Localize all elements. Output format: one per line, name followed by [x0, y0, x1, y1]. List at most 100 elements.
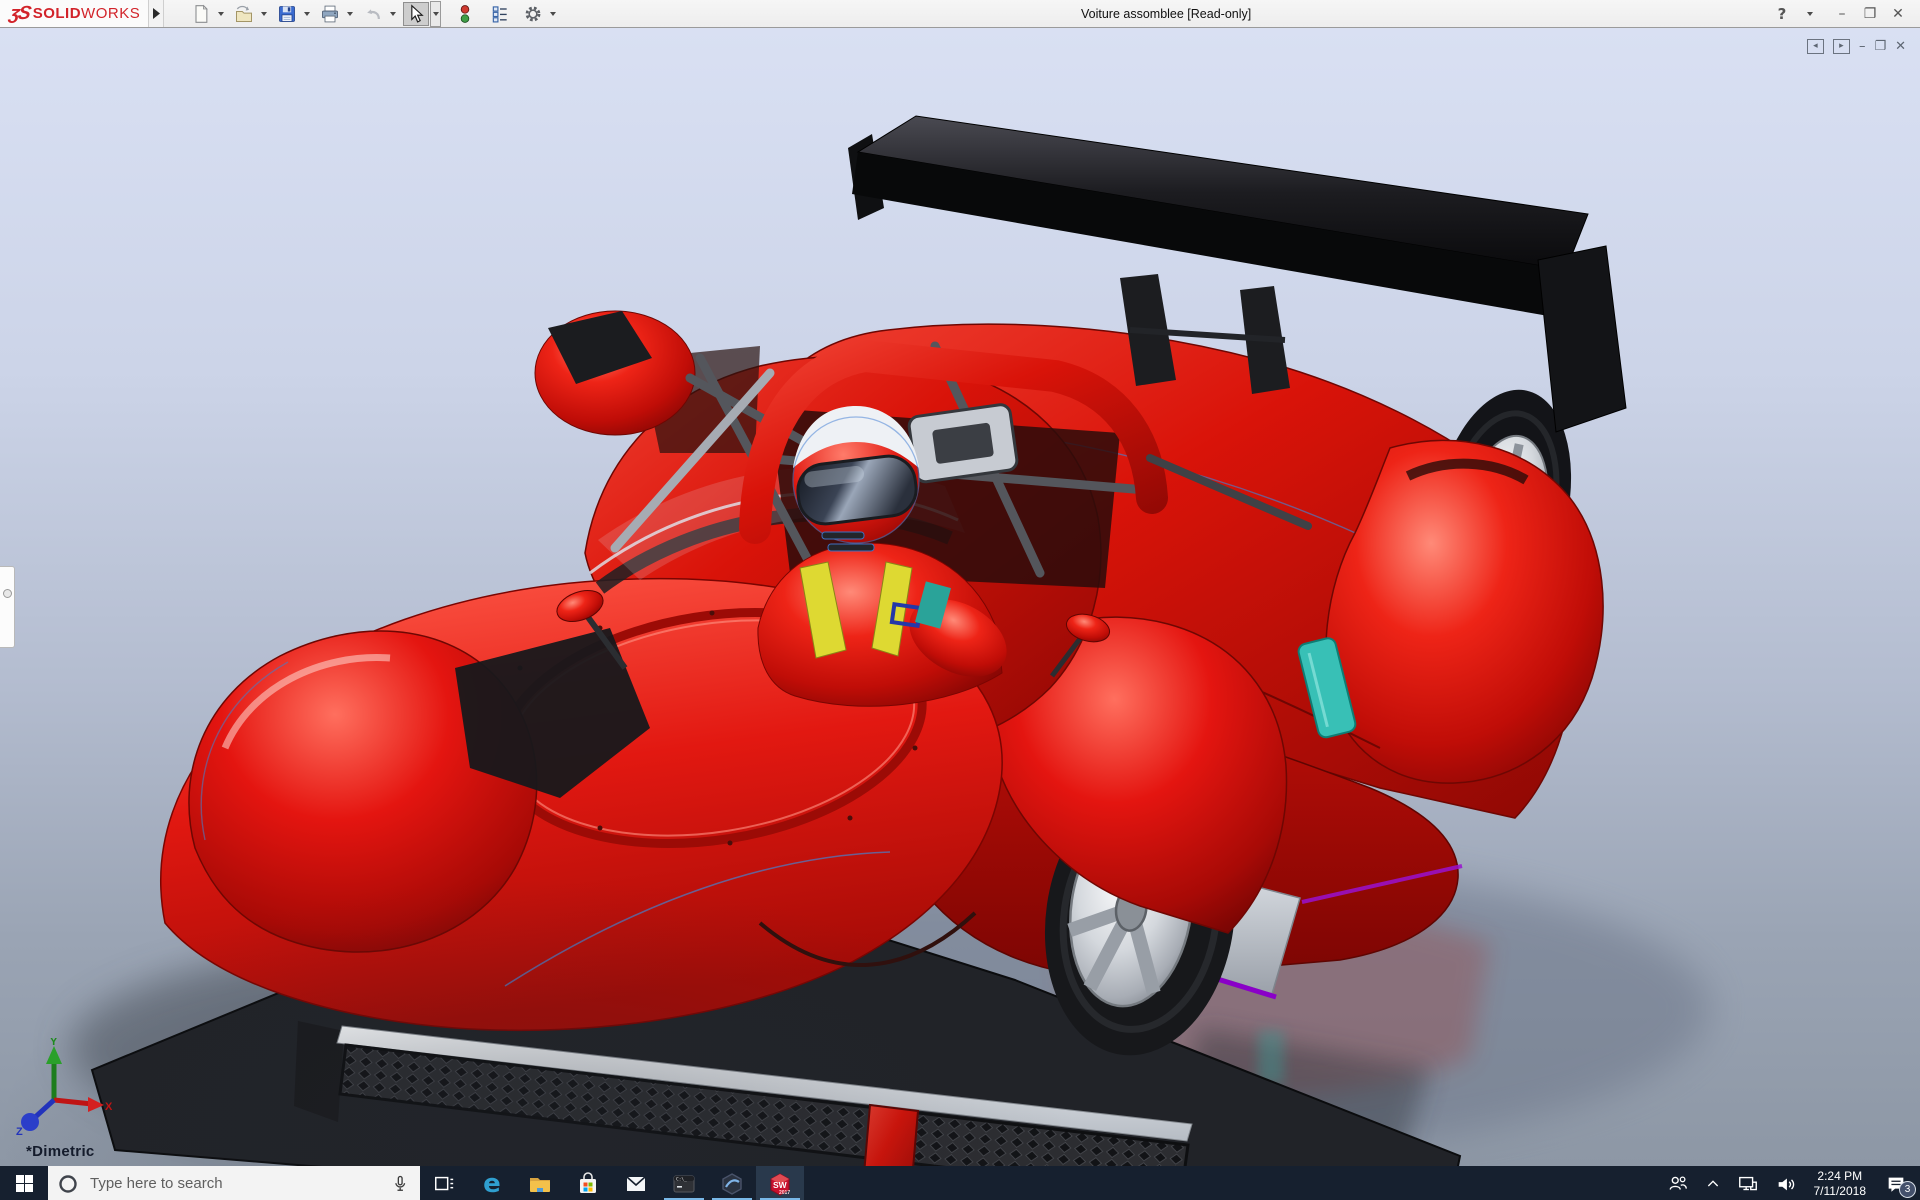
doc-close-button[interactable]: ✕: [1895, 38, 1906, 54]
restore-button[interactable]: ❐: [1858, 2, 1882, 26]
file-properties-icon: [492, 5, 507, 23]
start-button[interactable]: [0, 1166, 48, 1200]
search-box[interactable]: [48, 1166, 420, 1200]
document-title: Voiture assomblee [Read-only]: [1080, 6, 1252, 21]
undo-icon: [367, 8, 381, 19]
options-gear-icon: [525, 6, 541, 21]
file-explorer-icon: [530, 1177, 550, 1192]
rebuild-stoplight-icon: [460, 4, 470, 23]
triad-x-label: X: [105, 1101, 112, 1113]
volume-button[interactable]: [1768, 1166, 1804, 1200]
system-tray: 2:24 PM 7/11/2018 3: [1660, 1166, 1920, 1200]
collapsed-panel-tab[interactable]: [0, 566, 15, 648]
svg-text:2017: 2017: [779, 1190, 790, 1196]
tray-time: 2:24 PM: [1817, 1168, 1863, 1183]
undo-dropdown[interactable]: [387, 2, 398, 26]
help-dropdown[interactable]: [1798, 2, 1822, 26]
edge-button[interactable]: e: [468, 1166, 516, 1200]
close-button[interactable]: ✕: [1886, 2, 1910, 26]
edge-icon: e: [483, 1168, 501, 1199]
network-icon: [1738, 1176, 1757, 1190]
chevron-up-icon: [1707, 1179, 1718, 1186]
options-button[interactable]: [520, 2, 546, 26]
air-intake-box: [907, 403, 1019, 484]
solidworks-logo: ʒS SOLIDWORKS: [0, 0, 149, 27]
people-button[interactable]: [1660, 1166, 1696, 1200]
help-button[interactable]: ?: [1770, 2, 1794, 26]
new-document-button[interactable]: [188, 2, 214, 26]
search-input[interactable]: [88, 1174, 380, 1193]
windows-taskbar: e: [0, 1166, 1920, 1200]
window-controls: ? – ❐ ✕: [1770, 2, 1920, 26]
tray-date: 7/11/2018: [1813, 1183, 1867, 1198]
cortana-icon: [59, 1174, 77, 1193]
file-explorer-button[interactable]: [516, 1166, 564, 1200]
hidden-icons-chevron[interactable]: [1698, 1166, 1728, 1200]
taskbar-app-icons: e C:\_ SW 2017: [420, 1166, 804, 1200]
open-folder-icon: [236, 5, 253, 22]
collapse-left-button[interactable]: ◂: [1806, 38, 1824, 54]
svg-text:SW: SW: [773, 1180, 788, 1190]
new-document-dropdown[interactable]: [215, 2, 226, 26]
doc-restore-button[interactable]: ❐: [1874, 38, 1886, 54]
menu-expand-arrow[interactable]: [148, 0, 165, 27]
command-prompt-icon: C:\_: [673, 1175, 695, 1192]
brand-solid: SOLID: [32, 5, 82, 22]
select-cursor-icon: [411, 3, 424, 23]
file-properties-button[interactable]: [487, 2, 513, 26]
save-button[interactable]: [274, 2, 300, 26]
undo-button[interactable]: [360, 2, 386, 26]
people-icon: [1669, 1175, 1687, 1190]
solidworks-logo-mark: ʒS: [7, 2, 32, 24]
triad-y-label: Y: [50, 1038, 58, 1048]
open-dropdown[interactable]: [258, 2, 269, 26]
mail-icon: [626, 1175, 646, 1191]
model-voiture-assemblee[interactable]: [0, 28, 1920, 1166]
select-button[interactable]: [403, 1, 430, 26]
viewport-3d[interactable]: ◂ ▸ – ❐ ✕ Y X Z *Dimetric: [0, 28, 1920, 1166]
solidworks-app-icon: SW 2017: [770, 1172, 790, 1196]
taskbar-clock[interactable]: 2:24 PM 7/11/2018: [1806, 1169, 1875, 1199]
brand-works: WORKS: [81, 5, 141, 22]
document-window-controls: ◂ ▸ – ❐ ✕: [1806, 38, 1906, 54]
right-arrow-icon: [153, 8, 161, 19]
microphone-icon[interactable]: [390, 1174, 410, 1194]
print-dropdown[interactable]: [344, 2, 355, 26]
collapse-right-button[interactable]: ▸: [1832, 38, 1850, 54]
screen: ʒS SOLIDWORKS Voiture assomblee [Read-on…: [0, 0, 1920, 1200]
minimize-button[interactable]: –: [1830, 2, 1854, 26]
mail-button[interactable]: [612, 1166, 660, 1200]
edrawings-button[interactable]: [708, 1166, 756, 1200]
panel-tab-dot: [3, 589, 12, 598]
select-dropdown[interactable]: [430, 0, 442, 27]
edrawings-hexagon-icon: [722, 1172, 742, 1195]
doc-minimize-button[interactable]: –: [1859, 38, 1866, 54]
solidworks-taskbar-button[interactable]: SW 2017: [756, 1166, 804, 1200]
print-icon: [322, 5, 339, 22]
rebuild-button[interactable]: [452, 2, 478, 26]
print-button[interactable]: [317, 2, 343, 26]
standard-toolbar: [188, 0, 562, 27]
save-icon: [279, 5, 296, 22]
notification-badge: 3: [1899, 1181, 1916, 1198]
save-dropdown[interactable]: [301, 2, 312, 26]
taskbar-spacer: [804, 1166, 1660, 1200]
speaker-icon: [1778, 1178, 1794, 1190]
triad-z-label: Z: [16, 1126, 23, 1138]
view-orientation-label: *Dimetric: [26, 1143, 95, 1160]
options-dropdown[interactable]: [547, 2, 558, 26]
action-center-button[interactable]: 3: [1876, 1166, 1916, 1200]
task-view-icon: [435, 1176, 454, 1190]
windows-logo-icon: [15, 1175, 33, 1192]
orientation-triad: Y X Z: [16, 1038, 112, 1138]
command-prompt-button[interactable]: C:\_: [660, 1166, 708, 1200]
solidworks-wordmark: SOLIDWORKS: [33, 5, 141, 22]
network-button[interactable]: [1730, 1166, 1766, 1200]
open-button[interactable]: [231, 2, 257, 26]
microsoft-store-button[interactable]: [564, 1166, 612, 1200]
svg-text:C:\_: C:\_: [676, 1176, 687, 1182]
store-icon: [580, 1171, 596, 1193]
new-document-icon: [195, 4, 209, 23]
task-view-button[interactable]: [420, 1166, 468, 1200]
app-titlebar: ʒS SOLIDWORKS Voiture assomblee [Read-on…: [0, 0, 1920, 28]
